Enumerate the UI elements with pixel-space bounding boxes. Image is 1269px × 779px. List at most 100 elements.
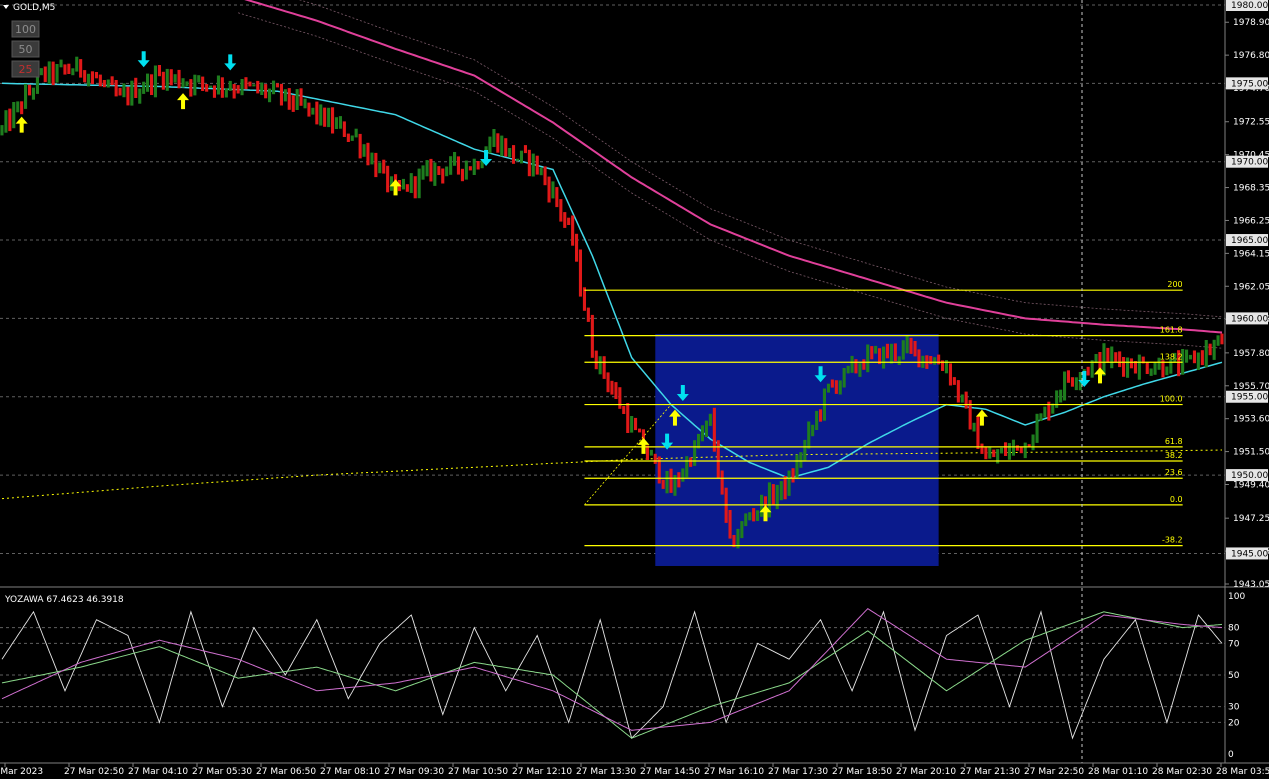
bear-bar (468, 166, 472, 171)
bull-bar (846, 365, 850, 374)
bear-bar (236, 85, 240, 94)
bull-bar (826, 383, 830, 393)
bull-bar (1196, 352, 1200, 370)
bear-bar (622, 406, 626, 414)
symbol-title: GOLD,M5 (13, 3, 55, 13)
bear-bar (771, 484, 775, 506)
bull-bar (0, 125, 4, 136)
bull-bar (449, 156, 453, 175)
bear-bar (689, 457, 693, 467)
indicator-title: YOZAWA 67.4623 46.3918 (4, 595, 124, 605)
bull-bar (1063, 371, 1067, 401)
time-tick-label: 27 Mar 18:50 (832, 767, 892, 777)
bull-bar (334, 117, 338, 129)
bull-bar (838, 380, 842, 395)
bull-bar (16, 101, 20, 113)
price-tick-label: 1943.05 (1233, 580, 1269, 590)
bull-bar (842, 368, 846, 388)
bear-bar (110, 76, 114, 86)
highlight-rectangle[interactable] (655, 334, 939, 566)
bull-bar (850, 355, 854, 373)
bull-bar (874, 345, 878, 354)
timeframe-buttons[interactable]: 100 50 25 (11, 20, 40, 78)
bear-bar (1122, 357, 1126, 377)
price-marker-label: 1965.00 (1231, 236, 1268, 246)
timeframe-button-label: 100 (15, 23, 36, 36)
bear-bar (201, 76, 205, 91)
time-tick-label: 27 Mar 22:50 (1024, 767, 1084, 777)
time-tick-label: 28 Mar 03:50 (1216, 767, 1269, 777)
bull-bar (445, 166, 449, 177)
bear-bar (1145, 361, 1149, 374)
bear-bar (205, 84, 209, 92)
bull-bar (362, 144, 366, 157)
bull-bar (1153, 362, 1157, 375)
bear-bar (232, 84, 236, 99)
bull-bar (531, 153, 535, 177)
bull-bar (401, 178, 405, 190)
bear-bar (460, 168, 464, 182)
fib-level-label: 61.8 (1165, 437, 1183, 446)
bull-bar (71, 68, 75, 76)
gold-m5-chart[interactable]: 200161.8138.2100.061.838.223.60.0-38.2 1… (0, 0, 1269, 779)
bull-bar (1055, 390, 1059, 408)
bull-bar (425, 160, 429, 177)
bear-bar (256, 80, 260, 94)
bear-bar (870, 346, 874, 360)
bear-bar (661, 479, 665, 489)
bear-bar (862, 359, 866, 370)
bull-bar (866, 344, 870, 373)
bull-bar (327, 107, 331, 128)
bull-bar (933, 357, 937, 365)
bull-bar (240, 79, 244, 96)
bear-bar (1192, 350, 1196, 364)
bear-bar (79, 59, 83, 78)
bull-bar (1126, 357, 1130, 378)
bear-bar (819, 409, 823, 422)
bear-bar (1106, 347, 1110, 363)
fib-level-label: 23.6 (1165, 468, 1183, 477)
bull-bar (693, 440, 697, 466)
time-tick-label: 27 Mar 20:10 (896, 767, 956, 777)
bull-bar (130, 80, 134, 106)
bull-bar (464, 160, 468, 180)
bull-bar (598, 356, 602, 375)
bear-bar (220, 77, 224, 98)
bear-bar (189, 79, 193, 97)
bull-bar (303, 98, 307, 109)
bull-bar (748, 512, 752, 521)
bull-bar (756, 510, 760, 521)
bull-bar (1059, 389, 1063, 403)
price-tick-label: 1957.80 (1233, 349, 1269, 359)
bull-bar (228, 80, 232, 91)
bear-bar (279, 83, 283, 106)
bull-bar (807, 421, 811, 449)
price-tick-label: 1968.35 (1233, 184, 1269, 194)
bear-bar (212, 85, 216, 98)
price-marker-label: 1955.00 (1231, 393, 1268, 403)
bear-bar (992, 449, 996, 458)
bull-bar (519, 150, 523, 164)
bear-bar (90, 71, 94, 85)
bull-bar (24, 83, 28, 109)
bull-bar (803, 439, 807, 461)
bull-bar (708, 413, 712, 426)
bear-bar (1208, 343, 1212, 356)
bear-bar (677, 472, 681, 488)
bear-bar (8, 108, 12, 132)
bear-bar (948, 363, 952, 386)
bull-bar (55, 64, 59, 83)
bull-bar (409, 173, 413, 193)
bull-bar (417, 168, 421, 199)
bear-bar (441, 168, 445, 184)
bull-bar (811, 424, 815, 437)
bear-bar (504, 138, 508, 157)
bull-bar (972, 422, 976, 432)
bear-bar (382, 159, 386, 174)
bull-bar (153, 65, 157, 98)
price-tick-label: 1953.60 (1233, 415, 1269, 425)
bear-bar (177, 69, 181, 89)
bull-bar (1165, 366, 1169, 376)
bear-bar (102, 80, 106, 88)
bull-bar (799, 452, 803, 468)
